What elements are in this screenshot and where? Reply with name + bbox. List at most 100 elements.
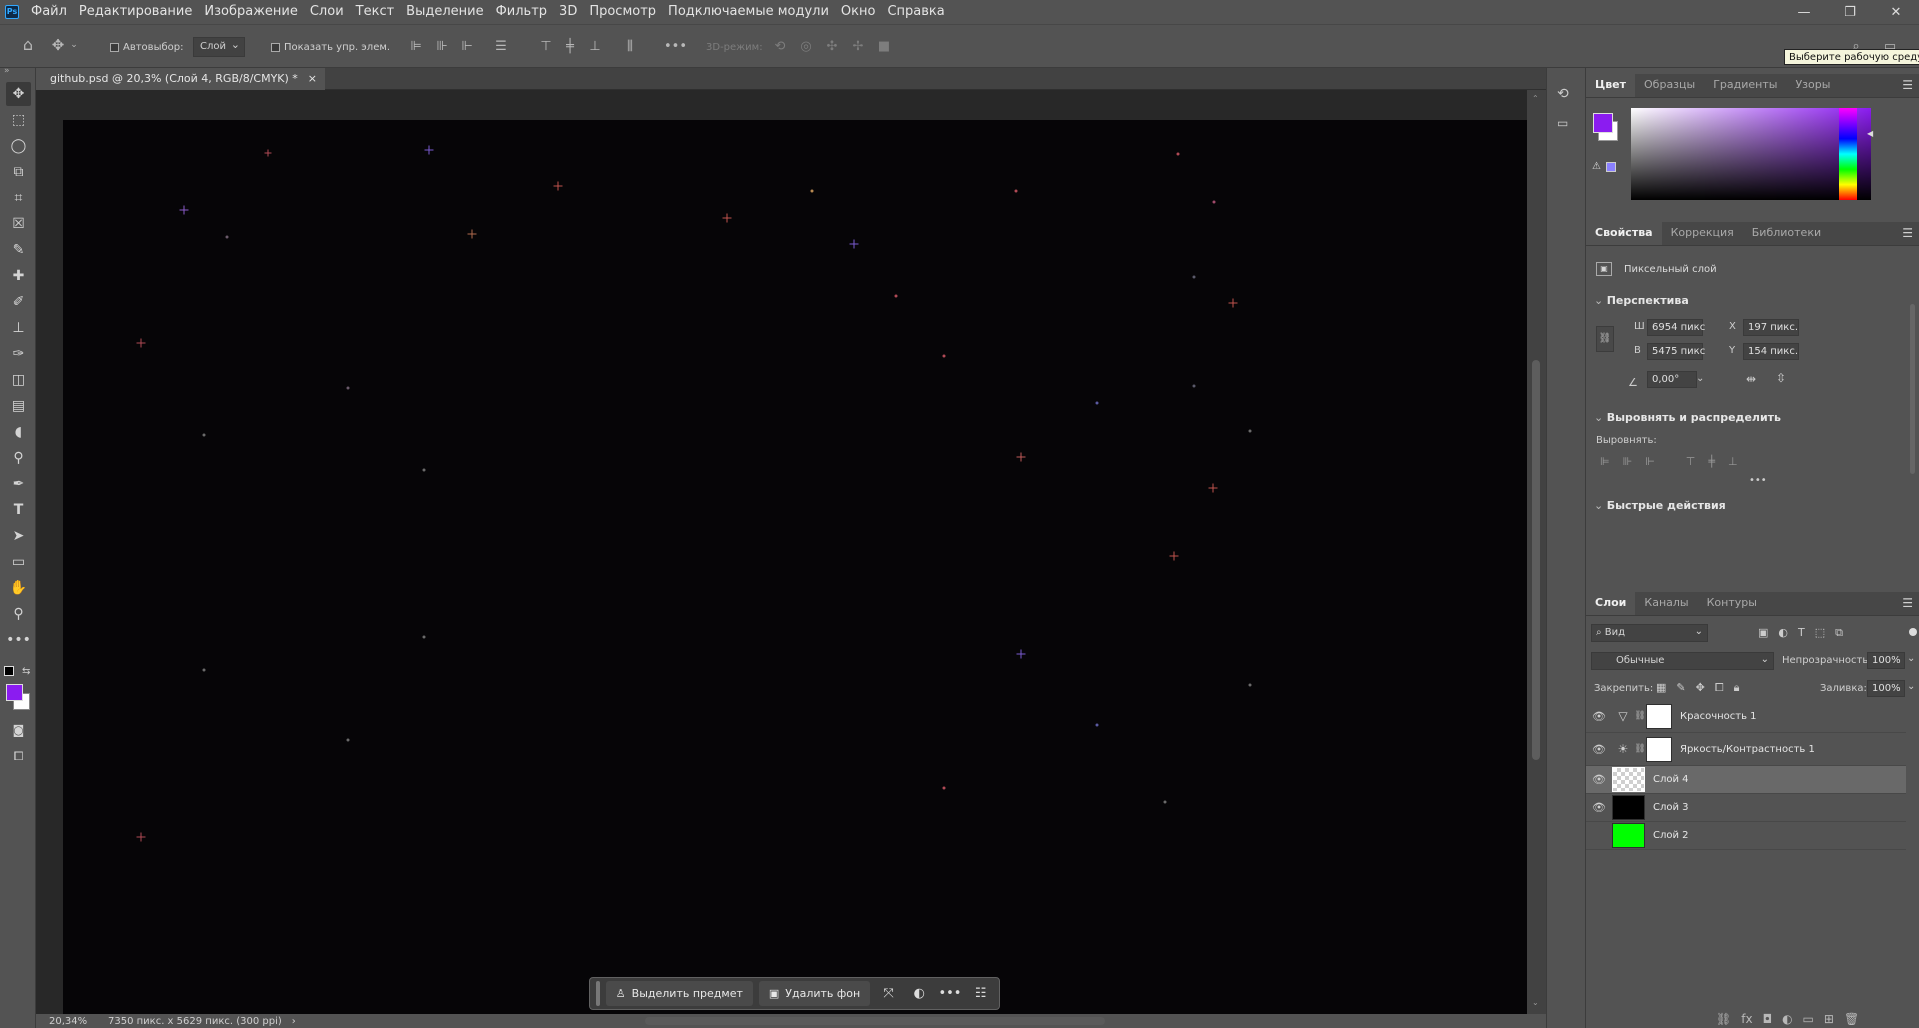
layer-name[interactable]: Красочность 1 <box>1680 711 1757 722</box>
filter-adjustment-icon[interactable]: ◐ <box>1778 626 1788 640</box>
menu-item[interactable]: Подключаемые модули <box>662 0 835 24</box>
brush-tool-icon[interactable]: ✐ <box>6 290 31 314</box>
panel-tab[interactable]: Узоры <box>1786 73 1839 97</box>
layer-name[interactable]: Слой 4 <box>1653 774 1689 785</box>
scale-3d-icon[interactable]: ■ <box>876 39 892 55</box>
align-centers-icon[interactable]: ⊪ <box>1623 455 1633 468</box>
swap-colors-icon[interactable]: ⇆ <box>22 666 30 677</box>
roll-3d-icon[interactable]: ◎ <box>798 39 814 55</box>
align-bottom-edges-icon[interactable]: ⊥ <box>1728 455 1738 468</box>
move-tool-icon[interactable]: ✥ <box>6 82 31 106</box>
layer-mask-thumbnail[interactable] <box>1646 703 1672 729</box>
align-middles-icon[interactable]: ╪ <box>1708 455 1715 468</box>
panel-tab[interactable]: Каналы <box>1635 591 1697 615</box>
visibility-eye-icon[interactable]: 👁︎ <box>1586 773 1612 786</box>
align-top-icon[interactable]: ⊤ <box>538 39 554 55</box>
lasso-tool-icon[interactable]: ◯ <box>6 134 31 158</box>
panel-tab[interactable]: Слои <box>1586 591 1636 615</box>
pen-tool-icon[interactable]: ✒ <box>6 472 31 496</box>
gradient-tool-icon[interactable]: ▤ <box>6 394 31 418</box>
lock-position-icon[interactable]: ✥ <box>1696 681 1705 695</box>
close-window-button[interactable]: ✕ <box>1873 0 1919 24</box>
lock-pixels-icon[interactable]: ✎ <box>1676 681 1685 695</box>
transform-icon[interactable]: ⤧ <box>876 981 901 1006</box>
width-field[interactable]: 6954 пикс <box>1647 319 1705 336</box>
autoselect-checkbox[interactable] <box>110 42 119 52</box>
properties-scrollbar[interactable] <box>1910 304 1915 474</box>
lock-all-icon[interactable]: 🔒︎ <box>1734 681 1740 695</box>
dodge-tool-icon[interactable]: ⚲ <box>6 446 31 470</box>
chevron-down-icon[interactable]: ⌄ <box>1907 653 1915 664</box>
panel-tab[interactable]: Библиотеки <box>1743 221 1830 245</box>
y-field[interactable]: 154 пикс. <box>1743 343 1799 360</box>
edit-toolbar-icon[interactable]: ••• <box>6 628 31 652</box>
screen-mode-icon[interactable]: ⧠ <box>6 744 31 768</box>
new-layer-icon[interactable]: ⊞ <box>1824 1012 1834 1026</box>
maximize-button[interactable]: ❐ <box>1827 0 1873 24</box>
document-tab[interactable]: github.psd @ 20,3% (Слой 4, RGB/8/CMYK) … <box>36 68 326 90</box>
adjustment-icon[interactable]: ◐ <box>907 981 932 1006</box>
layer-row[interactable]: Слой 2 <box>1586 822 1906 850</box>
panel-tab[interactable]: Контуры <box>1698 591 1766 615</box>
blur-tool-icon[interactable]: ◖ <box>6 420 31 444</box>
align-right-icon[interactable]: ⊩ <box>459 39 475 55</box>
home-icon[interactable]: ⌂ <box>20 37 36 53</box>
type-tool-icon[interactable]: T <box>6 498 31 522</box>
delete-layer-icon[interactable]: 🗑︎ <box>1844 1012 1859 1026</box>
filter-type-icon[interactable]: T <box>1798 626 1805 640</box>
visibility-eye-icon[interactable]: 👁︎ <box>1586 710 1612 723</box>
hue-slider-handle-icon[interactable]: ◀ <box>1867 129 1873 138</box>
quick-mask-icon[interactable]: ◙ <box>6 718 31 742</box>
layer-row[interactable]: 👁︎ Слой 4 <box>1586 766 1906 794</box>
visibility-eye-icon[interactable]: 👁︎ <box>1586 743 1612 756</box>
comments-icon[interactable]: ▭ <box>1557 116 1568 130</box>
settings-sliders-icon[interactable]: ☷ <box>968 981 993 1006</box>
menu-item[interactable]: Изображение <box>198 0 303 24</box>
layer-row[interactable]: 👁︎ Слой 3 <box>1586 794 1906 822</box>
eyedropper-tool-icon[interactable]: ✎ <box>6 238 31 262</box>
menu-item[interactable]: Слои <box>304 0 350 24</box>
mask-link-icon[interactable]: ⛓ <box>1634 744 1646 754</box>
vertical-scrollbar[interactable]: ⌃ ⌄ <box>1527 90 1546 1014</box>
filter-shape-icon[interactable]: ⬚ <box>1815 626 1825 640</box>
new-group-icon[interactable]: ▭ <box>1803 1012 1814 1026</box>
layers-menu-icon[interactable]: ☰ <box>1902 596 1913 610</box>
add-mask-icon[interactable]: ◘ <box>1763 1012 1773 1026</box>
panel-foreground-swatch[interactable] <box>1593 113 1613 133</box>
menu-item[interactable]: Редактирование <box>73 0 198 24</box>
healing-brush-tool-icon[interactable]: ✚ <box>6 264 31 288</box>
color-panel-menu-icon[interactable]: ☰ <box>1902 78 1913 92</box>
slide-3d-icon[interactable]: ✢ <box>850 39 866 55</box>
menu-item[interactable]: 3D <box>553 0 583 24</box>
x-field[interactable]: 197 пикс. <box>1743 319 1799 336</box>
fill-field[interactable]: 100% <box>1867 680 1905 697</box>
collapse-arrows-icon[interactable]: » <box>4 66 10 76</box>
link-layers-icon[interactable]: ⛓ <box>1716 1012 1731 1026</box>
layer-name[interactable]: Слой 3 <box>1653 802 1689 813</box>
filter-pixel-icon[interactable]: ▣ <box>1758 626 1768 640</box>
layer-name[interactable]: Яркость/Контрастность 1 <box>1680 744 1815 755</box>
visibility-eye-icon[interactable]: 👁︎ <box>1586 801 1612 814</box>
marquee-tool-icon[interactable]: ⬚ <box>6 108 31 132</box>
align-right-edges-icon[interactable]: ⊩ <box>1645 455 1655 468</box>
align-hcenter-icon[interactable]: ⊪ <box>434 39 450 55</box>
filter-toggle[interactable] <box>1909 628 1917 636</box>
blend-mode-select[interactable]: Обычные ⌄ <box>1591 652 1774 670</box>
orbit-3d-icon[interactable]: ⟲ <box>772 39 788 55</box>
layer-filter-select[interactable]: ⌕ Вид ⌄ <box>1591 624 1708 642</box>
new-adjustment-icon[interactable]: ◐ <box>1782 1012 1792 1026</box>
panel-tab[interactable]: Свойства <box>1586 221 1662 245</box>
autoselect-target-select[interactable]: Слой <box>193 36 245 57</box>
panel-tab[interactable]: Градиенты <box>1704 73 1786 97</box>
layer-style-icon[interactable]: fx <box>1741 1012 1752 1026</box>
panel-tab[interactable]: Цвет <box>1586 73 1636 97</box>
horizontal-scroll-thumb[interactable] <box>645 1017 1105 1025</box>
align-vcenter-icon[interactable]: ╪ <box>562 39 578 55</box>
status-menu-arrow[interactable]: › <box>292 1016 296 1027</box>
show-transform-option[interactable]: Показать упр. элем. <box>271 37 390 57</box>
filter-smart-object-icon[interactable]: ⧉ <box>1835 626 1843 640</box>
document-canvas[interactable] <box>63 120 1527 1014</box>
lock-artboard-icon[interactable]: ⧠ <box>1715 681 1724 695</box>
distribute-icon[interactable]: ☰ <box>493 39 509 55</box>
canvas-area[interactable] <box>36 90 1527 1014</box>
